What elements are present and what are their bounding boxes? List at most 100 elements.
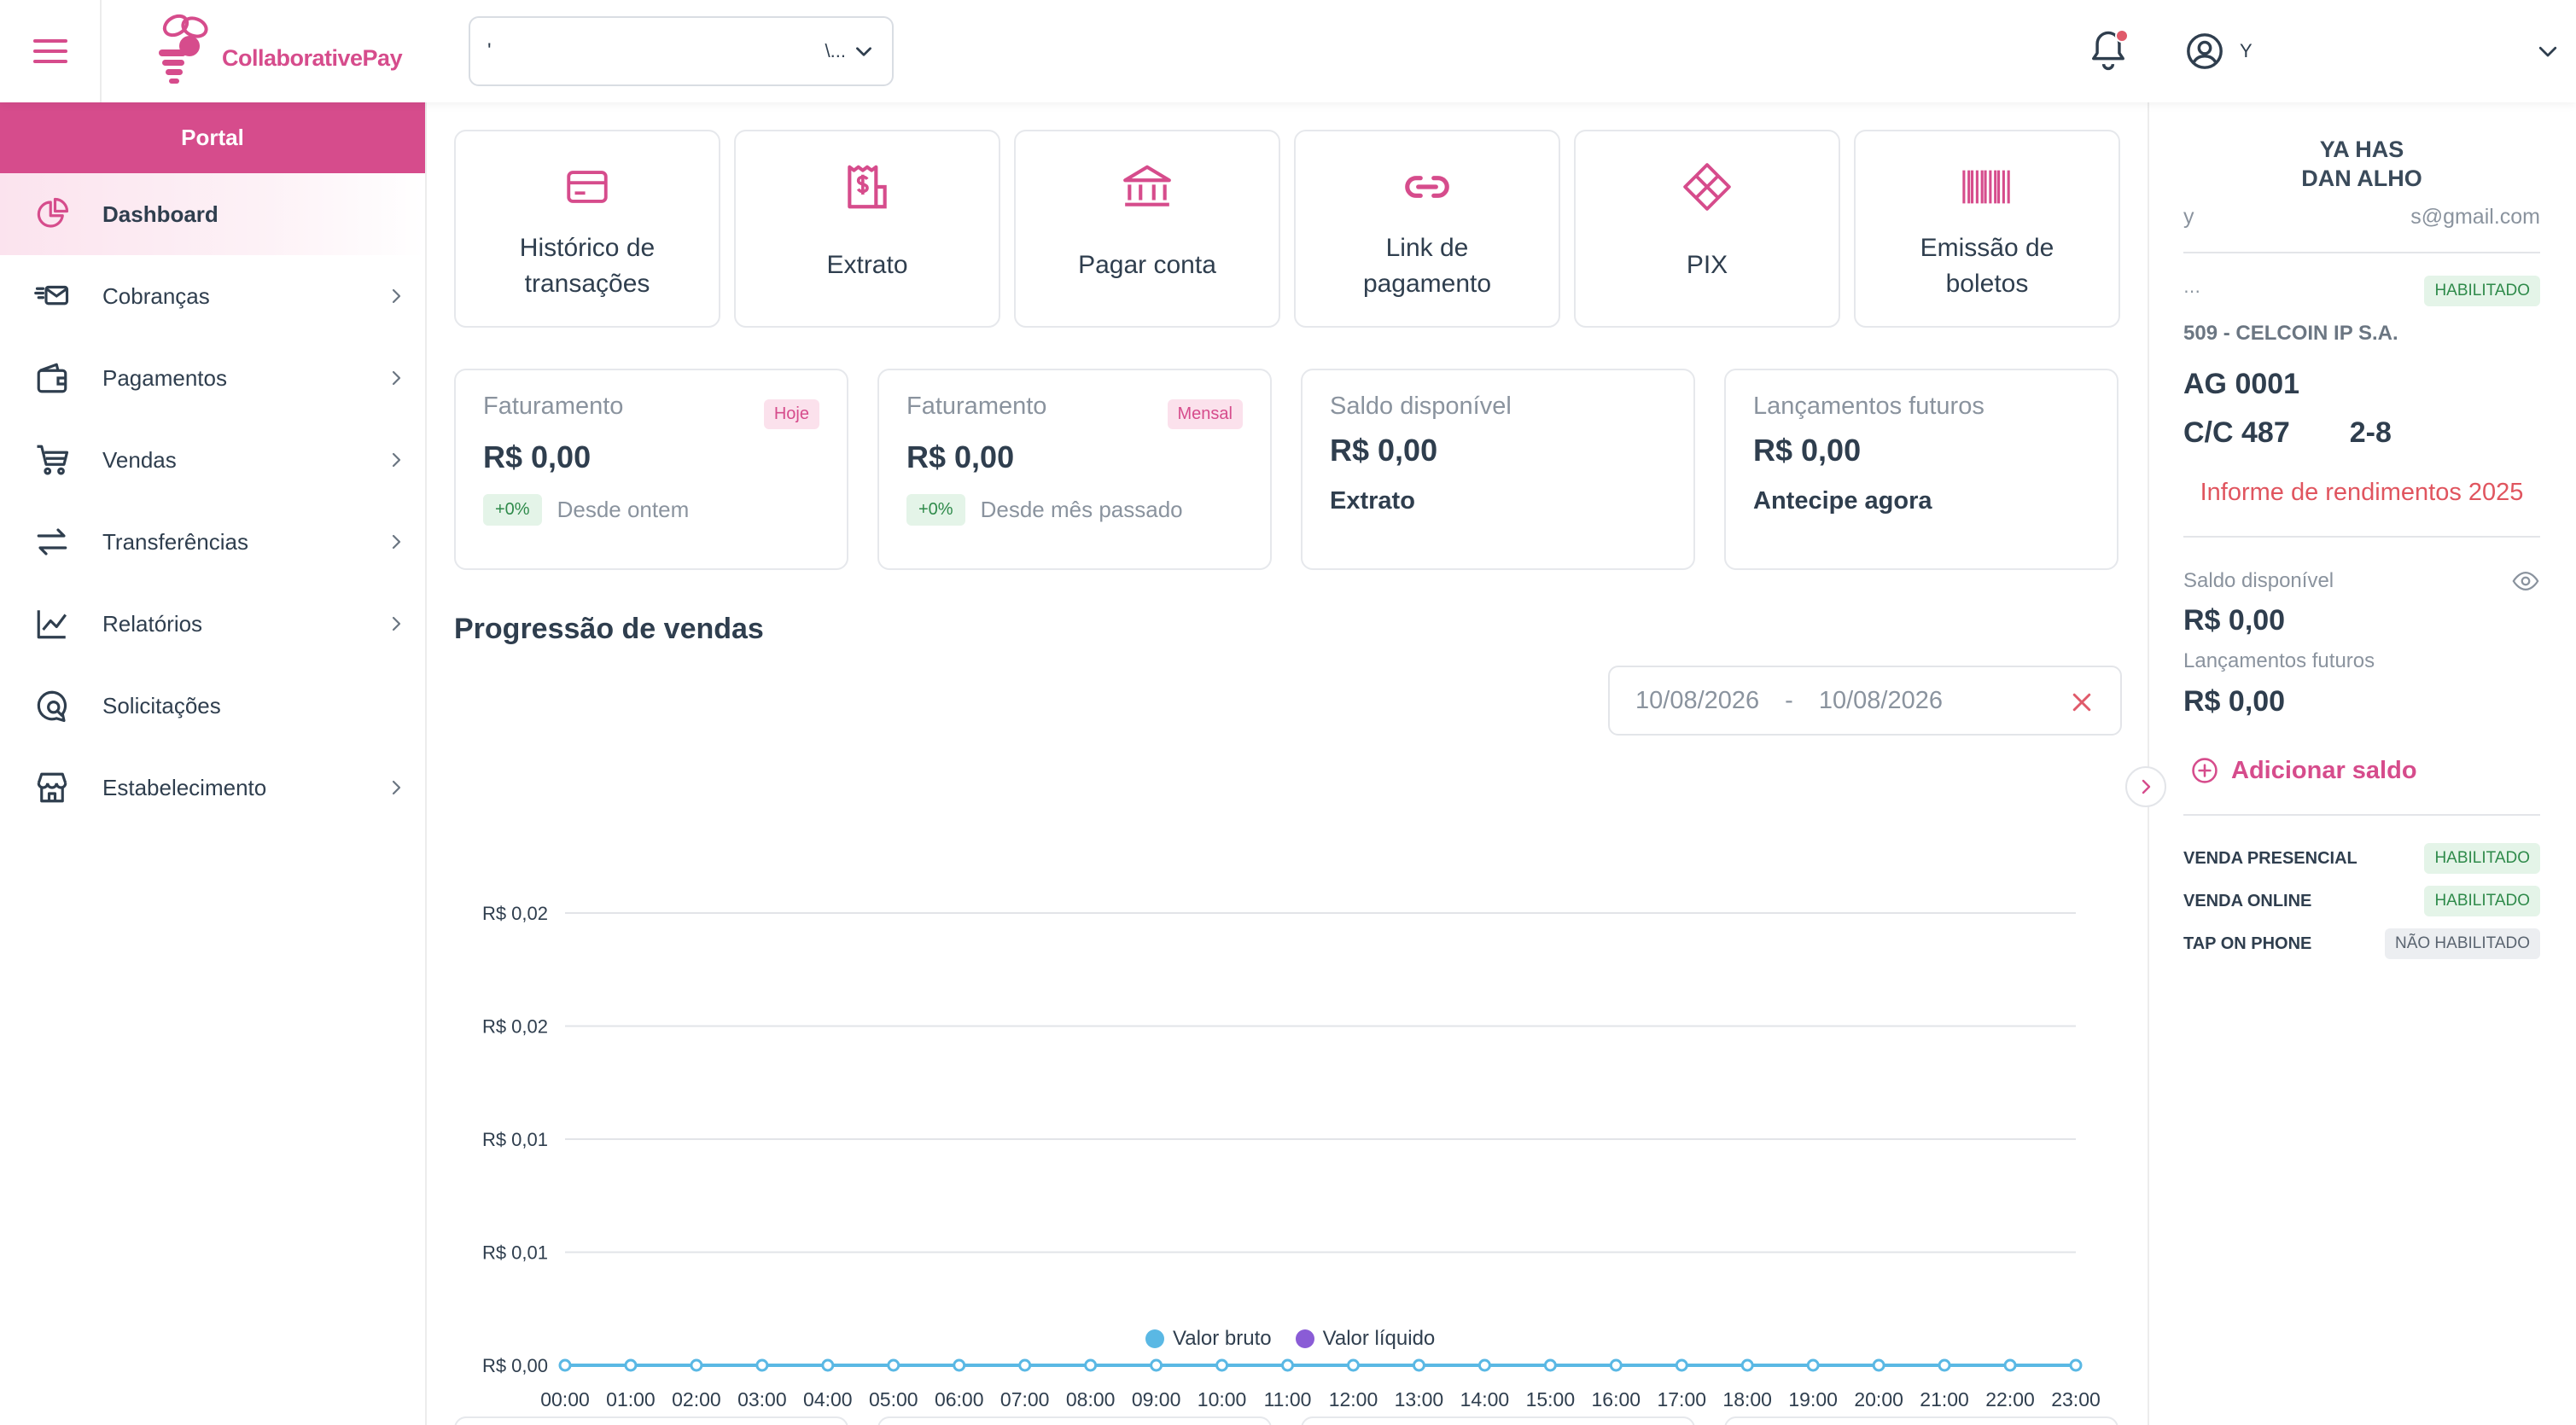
y-tick-label: R$ 0,00 — [482, 1355, 548, 1376]
extrato-link[interactable]: Extrato — [1330, 487, 1666, 515]
data-point-bruto — [755, 1358, 769, 1372]
x-tick-label: 01:00 — [606, 1388, 656, 1410]
sidebar-item-vendas[interactable]: Vendas — [0, 419, 425, 501]
eye-icon[interactable] — [2511, 567, 2540, 596]
data-point-bruto — [1018, 1358, 1032, 1372]
account-number-start: C/C 487 — [2183, 416, 2290, 449]
chevron-right-icon — [392, 616, 401, 631]
user-menu[interactable]: Y — [2185, 24, 2561, 79]
sales-section-title: Progressão de vendas — [454, 613, 764, 645]
legend-label: Valor líquido — [1322, 1327, 1436, 1350]
chevron-right-icon — [392, 370, 401, 386]
notifications-button[interactable] — [2086, 27, 2134, 75]
quick-action-pagar-conta[interactable]: Pagar conta — [1014, 130, 1280, 328]
legend-label: Valor bruto — [1173, 1327, 1272, 1350]
feature-label: TAP ON PHONE — [2183, 934, 2312, 953]
status-badge: NÃO HABILITADO — [2384, 928, 2540, 959]
sidebar-item-cobrancas[interactable]: Cobranças — [0, 255, 425, 337]
sidebar-item-dashboard[interactable]: Dashboard — [0, 173, 425, 255]
quick-action-link-pagamento[interactable]: Link de pagamento — [1294, 130, 1560, 328]
saldo-label: Saldo disponível — [2183, 569, 2334, 592]
data-point-bruto — [624, 1358, 638, 1372]
quick-action-extrato[interactable]: Extrato — [734, 130, 1000, 328]
x-tick-label: 07:00 — [1000, 1388, 1050, 1410]
establishment-select[interactable]: ' \... — [469, 16, 894, 86]
sidebar-item-relatorios[interactable]: Relatórios — [0, 583, 425, 665]
store-icon — [32, 768, 72, 807]
hamburger-icon-bar — [32, 39, 67, 43]
menu-toggle-button[interactable] — [0, 0, 102, 102]
data-point-bruto — [1346, 1358, 1360, 1372]
collapse-panel-button[interactable] — [2125, 766, 2166, 807]
wallet-icon — [32, 358, 72, 398]
divider — [2183, 536, 2540, 538]
income-report-link[interactable]: Informe de rendimentos 2025 — [2183, 479, 2540, 507]
date-range-picker[interactable]: 10/08/2026 - 10/08/2026 — [1608, 666, 2122, 736]
status-badge: HABILITADO — [2424, 886, 2540, 916]
account-status-label: ⋯ — [2183, 282, 2200, 301]
stat-card-faturamento-hoje: Faturamento Hoje R$ 0,00 +0% Desde ontem — [454, 369, 848, 570]
date-separator: - — [1785, 686, 1793, 714]
feature-row: VENDA PRESENCIAL HABILITADO — [2183, 843, 2540, 874]
legend-item-bruto[interactable]: Valor bruto — [1145, 1327, 1272, 1351]
add-balance-label: Adicionar saldo — [2231, 756, 2417, 784]
close-icon[interactable] — [2069, 689, 2095, 715]
sidebar-item-solicitacoes[interactable]: Solicitações — [0, 665, 425, 747]
email-prefix: y — [2183, 205, 2194, 229]
sidebar: Portal Dashboard Cobranças Pagamentos Ve… — [0, 102, 427, 1425]
data-point-bruto — [1938, 1358, 1951, 1372]
stat-value: R$ 0,00 — [1753, 433, 1862, 468]
legend-item-liquido[interactable]: Valor líquido — [1295, 1327, 1436, 1351]
establishment-select-ellipsis: \... — [825, 40, 846, 61]
add-balance-button[interactable]: Adicionar saldo — [2190, 756, 2540, 785]
brand-logo[interactable]: CollaborativePay — [142, 9, 403, 94]
plus-circle-icon — [2192, 758, 2218, 783]
sidebar-nav: Dashboard Cobranças Pagamentos Vendas Tr… — [0, 173, 425, 829]
data-point-bruto — [1543, 1358, 1557, 1372]
sidebar-item-label: Relatórios — [102, 610, 203, 637]
dashboard-pie-icon — [32, 195, 72, 234]
quick-action-label: Link de pagamento — [1362, 234, 1492, 298]
sidebar-item-estabelecimento[interactable]: Estabelecimento — [0, 747, 425, 829]
x-tick-label: 23:00 — [2051, 1388, 2101, 1410]
legend-swatch — [1295, 1329, 1314, 1348]
x-tick-label: 22:00 — [1985, 1388, 2035, 1410]
stat-title: Lançamentos futuros — [1753, 393, 1984, 420]
card-icon — [561, 160, 614, 213]
change-percent-badge: +0% — [906, 494, 965, 526]
lancamentos-label: Lançamentos futuros — [2183, 649, 2375, 672]
divider — [2183, 252, 2540, 253]
data-point-bruto — [887, 1358, 900, 1372]
sidebar-item-label: Pagamentos — [102, 364, 227, 391]
line-chart-icon — [32, 604, 72, 643]
sidebar-item-transferencias[interactable]: Transferências — [0, 501, 425, 583]
quick-action-historico[interactable]: Histórico de transações — [454, 130, 720, 328]
bank-name: 509 - CELCOIN IP S.A. — [2183, 322, 2398, 345]
bottom-card — [1301, 1416, 1695, 1425]
sidebar-item-label: Dashboard — [102, 201, 219, 227]
x-tick-label: 05:00 — [869, 1388, 918, 1410]
account-holder-name-line: DAN ALHO — [2301, 166, 2422, 191]
notification-dot — [2115, 29, 2129, 43]
quick-action-pix[interactable]: PIX — [1574, 130, 1840, 328]
antecipe-link[interactable]: Antecipe agora — [1753, 487, 2089, 515]
mail-send-icon — [32, 276, 72, 316]
date-start-input[interactable]: 10/08/2026 — [1635, 687, 1759, 715]
bank-icon — [1121, 160, 1174, 213]
account-holder-name: YA HAS DAN ALHO — [2183, 135, 2540, 193]
data-point-bruto — [2069, 1358, 2083, 1372]
x-tick-label: 04:00 — [803, 1388, 853, 1410]
divider — [2183, 814, 2540, 816]
quick-action-boletos[interactable]: Emissão de boletos — [1854, 130, 2120, 328]
portal-header[interactable]: Portal — [0, 102, 425, 173]
data-point-bruto — [1150, 1358, 1163, 1372]
account-number-end: 2-8 — [2349, 416, 2392, 449]
date-end-input[interactable]: 10/08/2026 — [1819, 687, 1943, 715]
sidebar-item-pagamentos[interactable]: Pagamentos — [0, 337, 425, 419]
user-circle-icon — [2187, 33, 2223, 69]
y-tick-label: R$ 0,02 — [482, 1016, 548, 1038]
y-tick-label: R$ 0,01 — [482, 1242, 548, 1264]
x-tick-label: 14:00 — [1460, 1388, 1510, 1410]
quick-action-label: Emissão de boletos — [1920, 234, 2054, 298]
period-badge: Hoje — [763, 399, 819, 429]
